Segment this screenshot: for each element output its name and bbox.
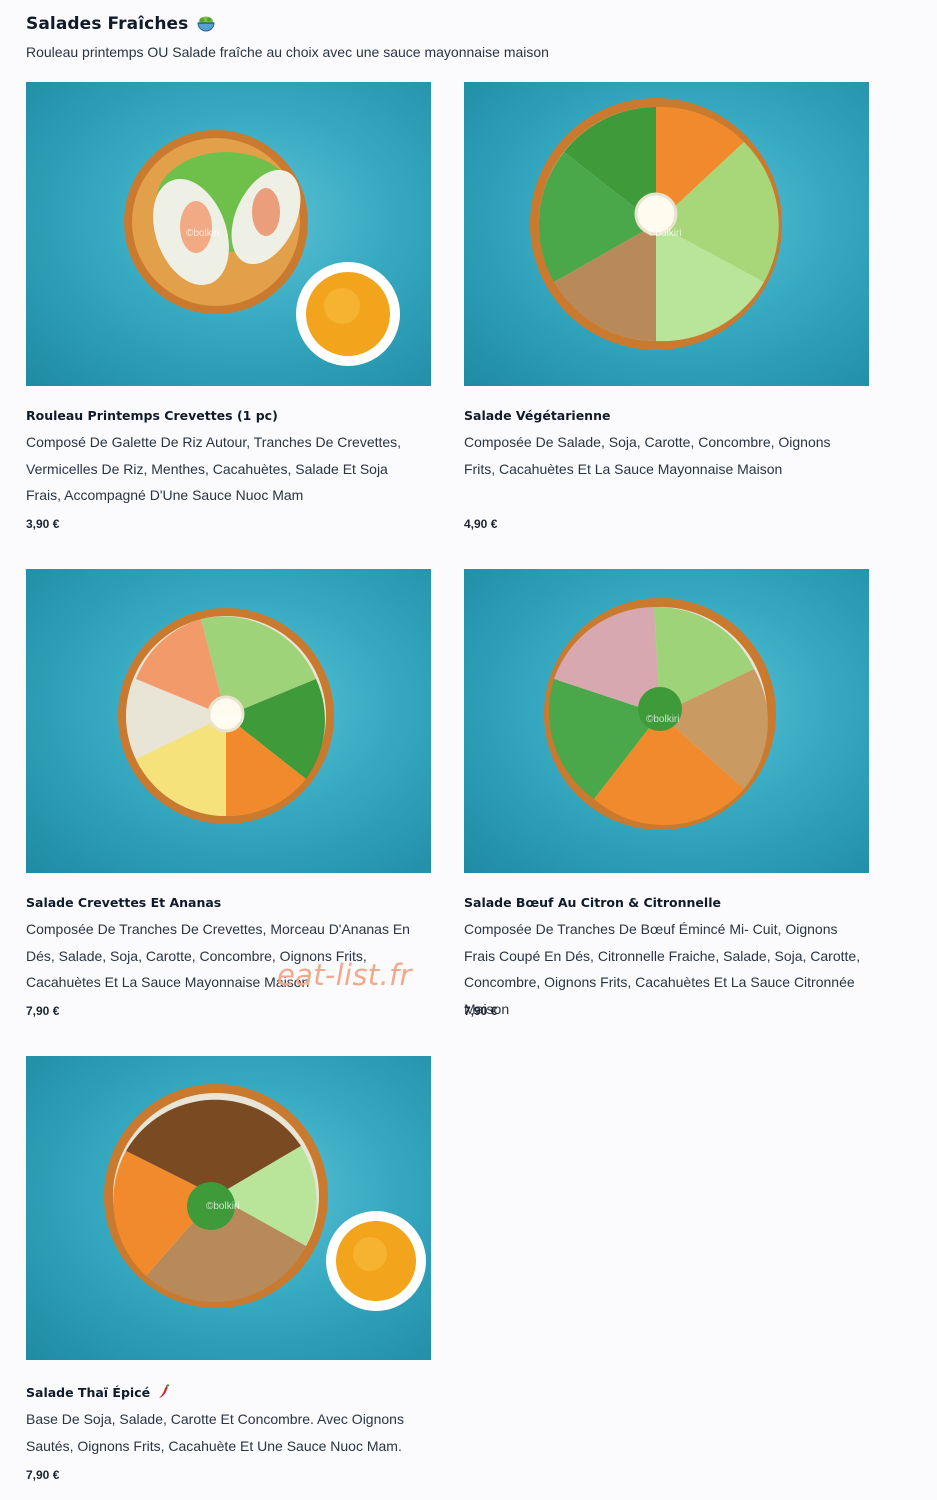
item-photo[interactable] — [26, 82, 431, 386]
section-header: Salades Fraîches — [26, 14, 216, 34]
item-name: Salade Thaï Épicé — [26, 1384, 431, 1400]
photo-watermark: ©bolkiri — [646, 714, 680, 725]
photo-watermark: ©bolkiri — [206, 1201, 240, 1212]
item-name: Salade Bœuf Au Citron & Citronnelle — [464, 895, 721, 910]
photo-watermark: ©bolkiri — [210, 714, 244, 725]
item-description: Composée De Salade, Soja, Carotte, Conco… — [464, 434, 831, 477]
item-name: Rouleau Printemps Crevettes (1 pc) — [26, 408, 278, 423]
photo-watermark: ©bolkiri — [186, 228, 220, 239]
salad-bowl-icon — [196, 14, 216, 34]
menu-item-card[interactable]: Salade Crevettes Et Ananas Composée De T… — [26, 569, 431, 1018]
menu-item-card[interactable]: Salade Végétarienne Composée De Salade, … — [464, 82, 869, 531]
item-price: 4,90 € — [464, 517, 498, 531]
item-price: 7,90 € — [26, 1004, 60, 1018]
item-description: Composée De Tranches De Bœuf Émincé Mi- … — [464, 921, 861, 1017]
section-subtitle: Rouleau printemps OU Salade fraîche au c… — [26, 44, 549, 60]
menu-item-card[interactable]: Salade Thaï Épicé Base De Soja, Salade, … — [26, 1056, 431, 1482]
item-name: Salade Végétarienne — [464, 408, 611, 423]
menu-item-card[interactable]: Salade Bœuf Au Citron & Citronnelle Comp… — [464, 569, 869, 1022]
item-name: Salade Crevettes Et Ananas — [26, 895, 222, 910]
site-watermark: eat-list.fr — [277, 958, 412, 992]
section-title: Salades Fraîches — [26, 14, 189, 34]
item-price: 3,90 € — [26, 517, 60, 531]
item-description: Composé De Galette De Riz Autour, Tranch… — [26, 434, 402, 503]
item-price: 7,90 € — [464, 1004, 498, 1018]
chili-pepper-icon — [156, 1384, 172, 1400]
photo-watermark: ©bolkiri — [648, 228, 682, 239]
item-description: Base De Soja, Salade, Carotte Et Concomb… — [26, 1411, 404, 1454]
item-price: 7,90 € — [26, 1468, 60, 1482]
menu-item-card[interactable]: Rouleau Printemps Crevettes (1 pc) Compo… — [26, 82, 431, 531]
